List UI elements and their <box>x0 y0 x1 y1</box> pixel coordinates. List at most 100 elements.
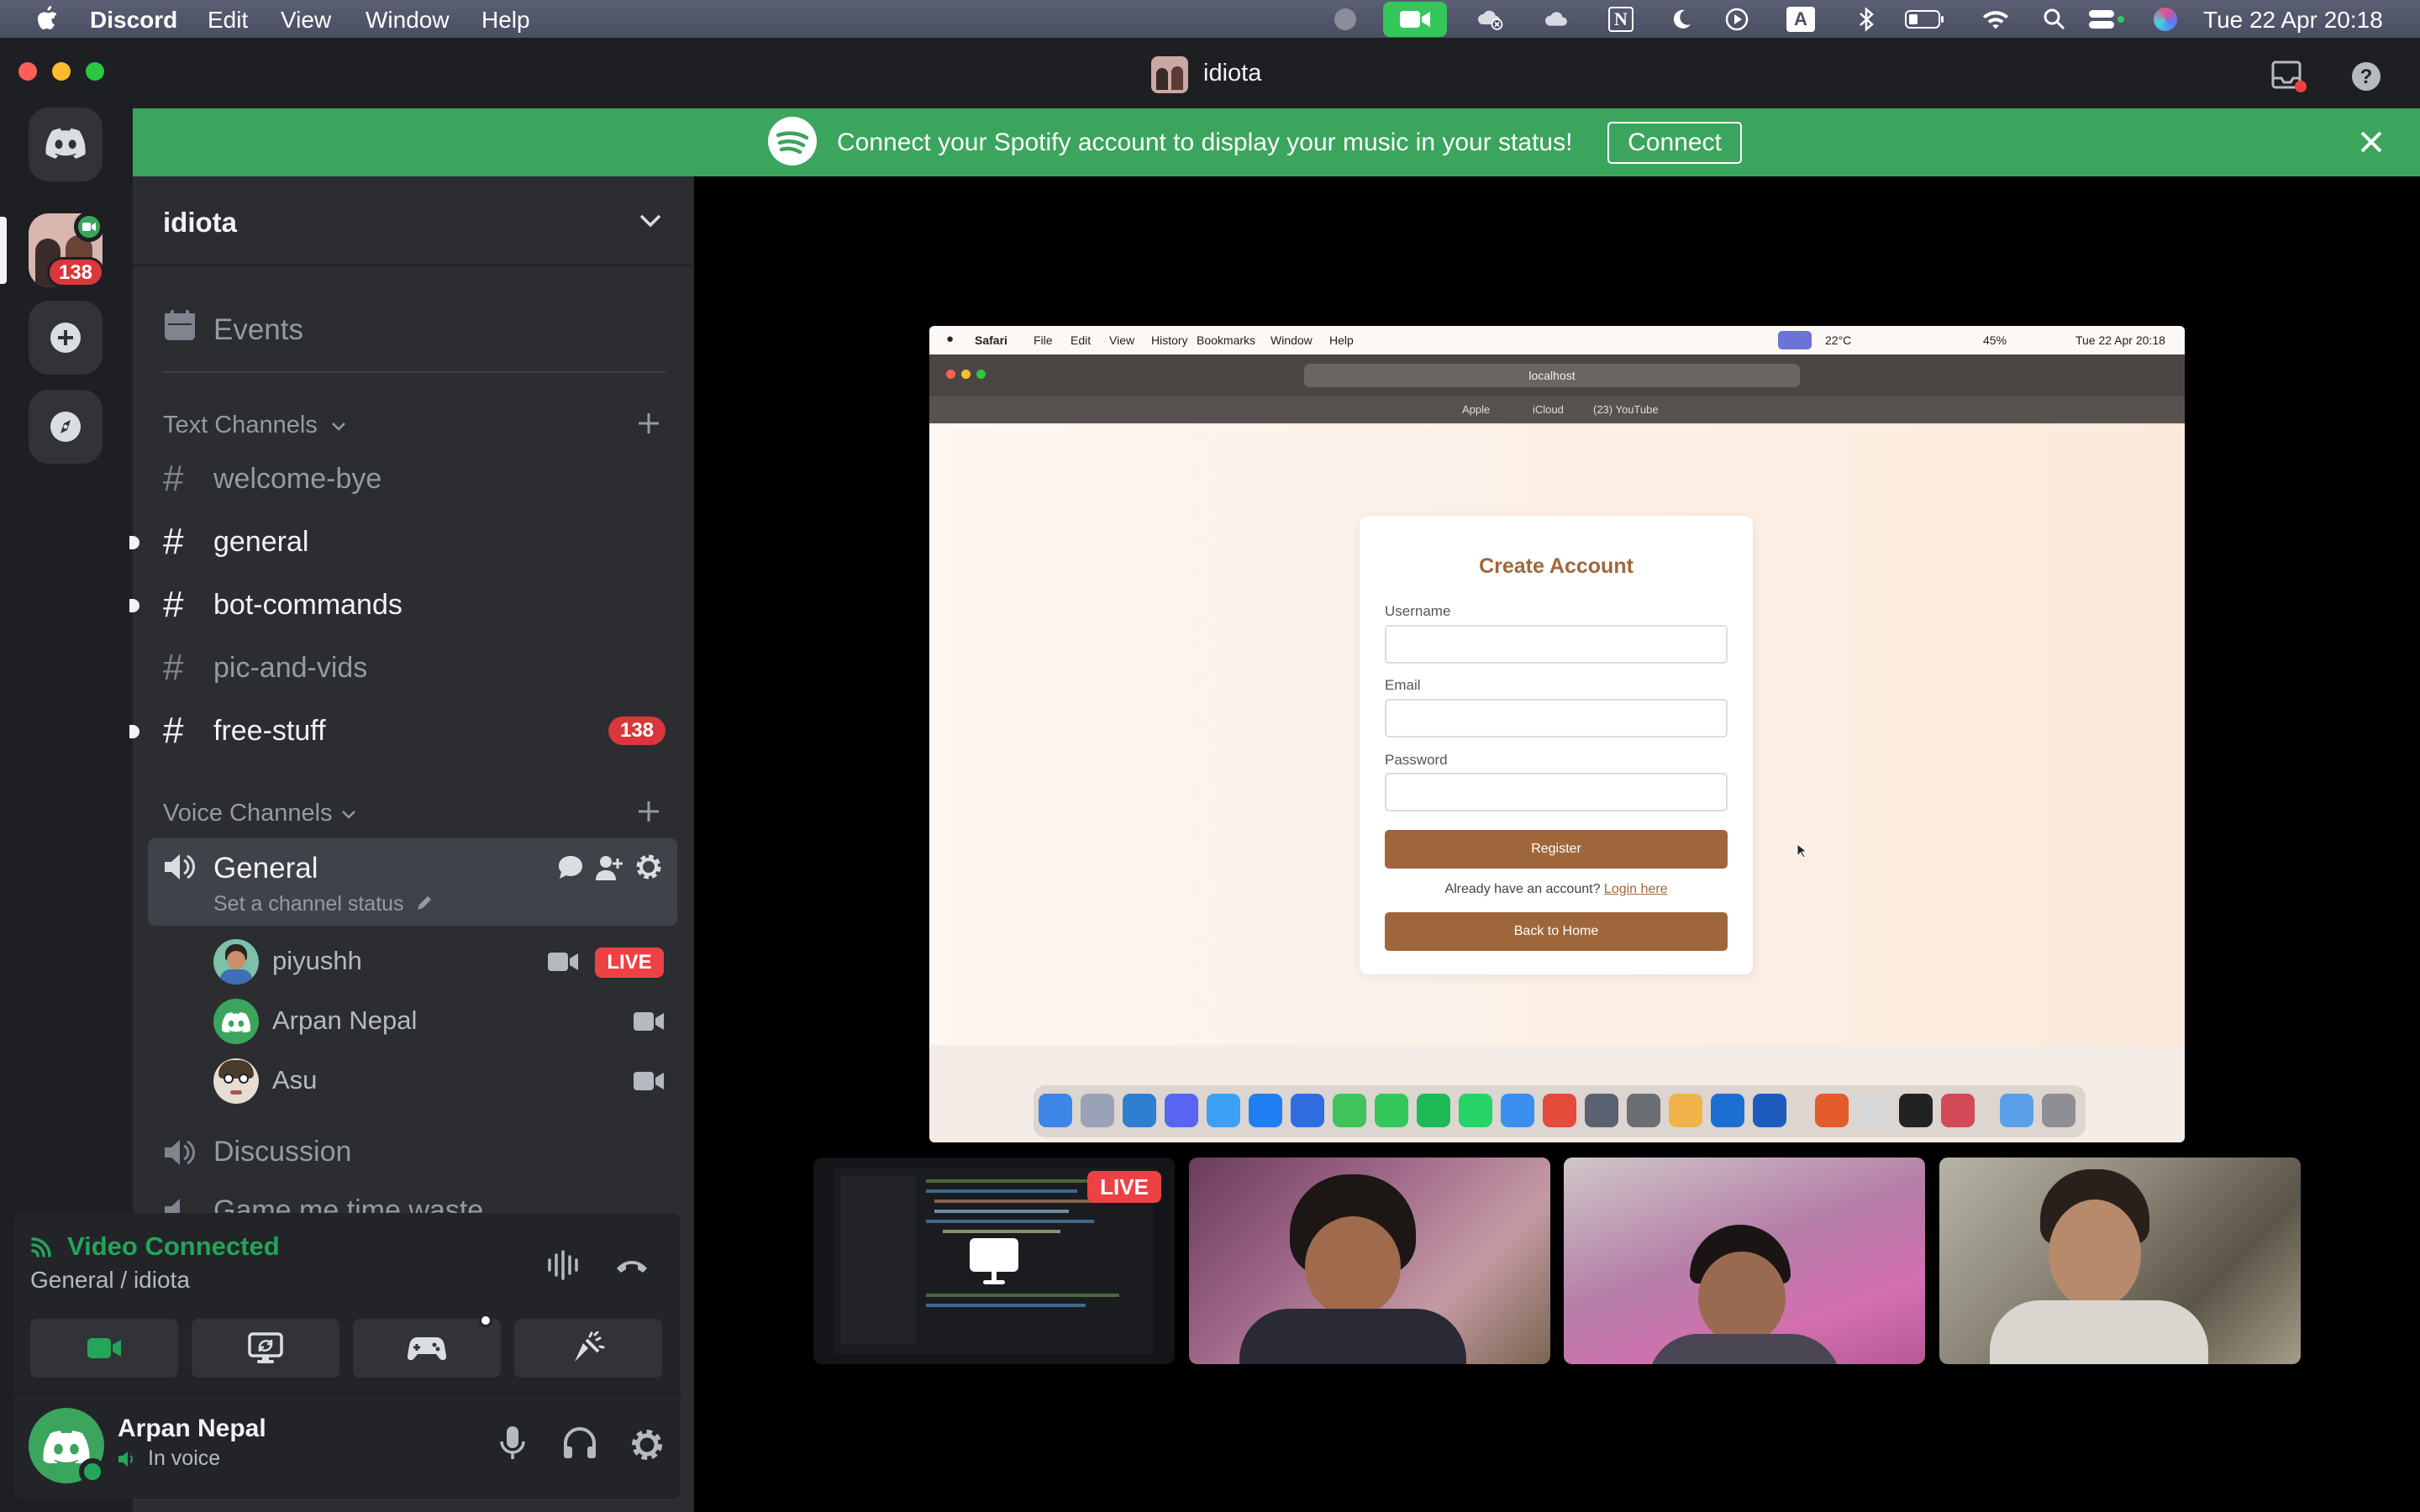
facetime-video-icon[interactable] <box>1383 2 1447 37</box>
spotify-connect-button[interactable]: Connect <box>1607 122 1742 164</box>
bluetooth-icon[interactable] <box>1852 5 1881 34</box>
play-icon[interactable] <box>1723 5 1751 34</box>
channel-name: general <box>213 526 309 558</box>
spotify-icon <box>766 115 818 167</box>
menu-view[interactable]: View <box>281 7 331 34</box>
channel-general[interactable]: # general <box>129 514 694 570</box>
discord-avatar-icon <box>213 999 259 1044</box>
pencil-icon[interactable] <box>415 894 434 912</box>
siri-icon[interactable] <box>2151 5 2180 34</box>
apple-menu-icon[interactable] <box>34 3 59 32</box>
record-status-icon[interactable] <box>1331 5 1360 34</box>
moon-icon[interactable] <box>1667 5 1696 34</box>
menu-app-name[interactable]: Discord <box>90 7 177 34</box>
wifi-icon[interactable] <box>1981 5 2010 34</box>
icloud-error-icon[interactable] <box>1476 5 1504 34</box>
shared-menu-edit: Edit <box>1071 333 1092 347</box>
events-item[interactable]: Events <box>133 293 694 349</box>
close-window-button[interactable] <box>18 62 37 81</box>
title-bar: idiota ? <box>0 38 2420 108</box>
participant-video-1[interactable] <box>1189 1158 1550 1364</box>
camera-toggle-button[interactable] <box>30 1319 178 1378</box>
text-channels-category[interactable]: Text Channels <box>133 408 694 442</box>
menu-edit[interactable]: Edit <box>208 7 248 34</box>
username-label: Username <box>1385 603 1451 619</box>
shared-menu-view: View <box>1109 333 1135 347</box>
macos-menubar: Discord Edit View Window Help N A Tue 22… <box>0 0 2420 38</box>
channel-name: pic-and-vids <box>213 652 368 684</box>
microphone-icon[interactable] <box>497 1425 528 1462</box>
signal-icon <box>30 1233 55 1258</box>
add-server-button[interactable] <box>29 301 103 375</box>
soundboard-button[interactable] <box>514 1319 662 1378</box>
events-label: Events <box>213 313 303 346</box>
voice-user-arpan-nepal[interactable]: Arpan Nepal <box>213 995 676 1047</box>
unread-indicator <box>129 536 139 549</box>
invite-user-icon[interactable] <box>595 853 623 882</box>
noise-suppression-icon[interactable] <box>546 1250 583 1280</box>
battery-icon[interactable] <box>1904 5 1946 34</box>
participant-video-3[interactable] <box>1939 1158 2301 1364</box>
hash-icon: # <box>163 647 184 688</box>
divider <box>163 371 666 373</box>
channel-bot-commands[interactable]: # bot-commands <box>129 577 694 633</box>
help-icon[interactable]: ? <box>2349 60 2383 93</box>
disconnect-icon[interactable] <box>613 1255 650 1275</box>
screen-share-button[interactable] <box>192 1319 339 1378</box>
category-chevron-icon <box>341 810 356 820</box>
cloud-icon[interactable] <box>1543 5 1571 34</box>
discord-home-button[interactable] <box>29 108 103 181</box>
voice-user-piyushh[interactable]: piyushh LIVE <box>213 936 676 988</box>
close-banner-icon[interactable] <box>2358 129 2385 155</box>
shared-menu-history: History <box>1151 333 1188 347</box>
voice-channel-cut[interactable]: Game me time waste <box>133 1183 694 1213</box>
category-chevron-icon <box>331 422 346 432</box>
channel-welcome-bye[interactable]: # welcome-bye <box>133 451 694 507</box>
menu-window[interactable]: Window <box>366 7 450 34</box>
shared-apple-icon: ● <box>946 332 955 346</box>
shared-screen-stream[interactable]: ● Safari File Edit View History Bookmark… <box>929 326 2185 1142</box>
screen-share-thumbnail[interactable]: LIVE <box>813 1158 1175 1364</box>
spotify-banner-text: Connect your Spotify account to display … <box>837 129 1573 156</box>
email-input <box>1385 699 1728 738</box>
channel-settings-gear-icon[interactable] <box>634 852 664 882</box>
add-voice-channel-icon[interactable] <box>637 800 660 823</box>
voice-channel-general[interactable]: General Set a channel status <box>148 838 677 926</box>
speaker-icon <box>163 1137 197 1168</box>
notion-icon[interactable]: N <box>1607 5 1635 34</box>
chat-bubble-icon[interactable] <box>556 853 585 882</box>
voice-channel-path[interactable]: General / idiota <box>30 1267 190 1294</box>
channel-pic-and-vids[interactable]: # pic-and-vids <box>133 640 694 696</box>
activities-button[interactable] <box>353 1314 501 1378</box>
voice-channels-category[interactable]: Voice Channels <box>133 796 694 830</box>
channel-free-stuff[interactable]: # free-stuff 138 <box>129 703 694 759</box>
add-text-channel-icon[interactable] <box>637 412 660 435</box>
explore-servers-button[interactable] <box>29 390 103 464</box>
voice-user-asu[interactable]: Asu <box>213 1055 676 1107</box>
menu-help[interactable]: Help <box>481 7 530 34</box>
spotify-banner: Connect your Spotify account to display … <box>133 108 2420 176</box>
minimize-window-button[interactable] <box>52 62 71 81</box>
headphones-icon[interactable] <box>561 1426 598 1460</box>
channel-name: welcome-bye <box>213 463 382 495</box>
server-header[interactable]: idiota <box>133 176 694 266</box>
current-user-name: Arpan Nepal <box>118 1415 266 1442</box>
user-settings-gear-icon[interactable] <box>629 1426 666 1463</box>
shared-clock: Tue 22 Apr 20:18 <box>2075 333 2165 347</box>
voice-user-name: Arpan Nepal <box>272 1005 418 1035</box>
input-source-icon[interactable]: A <box>1786 5 1815 34</box>
hash-icon: # <box>163 584 184 625</box>
control-center-icon[interactable] <box>2087 5 2129 34</box>
participant-video-2[interactable] <box>1564 1158 1925 1364</box>
zoom-window-button[interactable] <box>86 62 104 81</box>
inbox-icon[interactable] <box>2270 60 2307 93</box>
spotlight-search-icon[interactable] <box>2040 5 2069 34</box>
server-name: idiota <box>163 207 237 238</box>
video-connected-status[interactable]: Video Connected <box>67 1231 280 1262</box>
voice-channel-discussion[interactable]: Discussion <box>133 1124 694 1179</box>
hash-icon: # <box>163 710 184 751</box>
shared-url-bar: localhost <box>1304 364 1800 387</box>
channel-status-text[interactable]: Set a channel status <box>213 892 404 916</box>
menubar-clock[interactable]: Tue 22 Apr 20:18 <box>2203 7 2383 34</box>
speaker-icon <box>163 852 197 882</box>
